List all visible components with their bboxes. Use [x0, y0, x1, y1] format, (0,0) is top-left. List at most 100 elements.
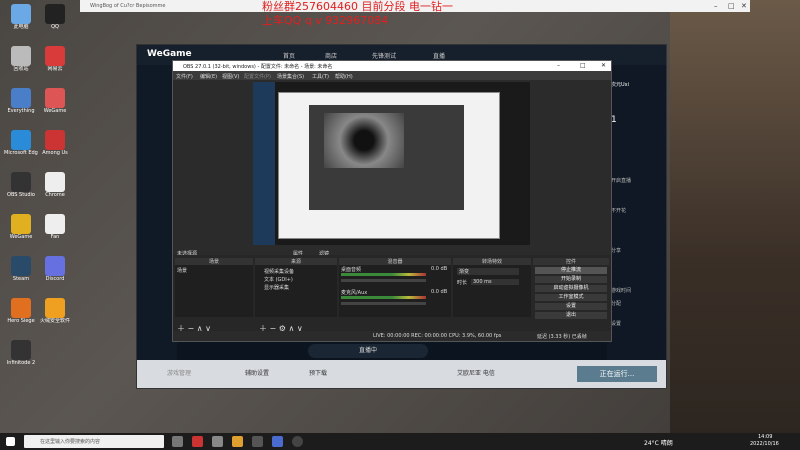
- desktop-icon[interactable]: 回收站: [4, 46, 38, 72]
- wegame-icon[interactable]: [232, 436, 243, 447]
- desktop-icon-label: Hero Siege: [7, 318, 35, 324]
- app-icon-1[interactable]: [192, 436, 203, 447]
- obs-preview[interactable]: [253, 82, 530, 245]
- obs-maximize-button[interactable]: □: [580, 62, 586, 69]
- desktop-icon[interactable]: QQ: [38, 4, 72, 30]
- duration-input[interactable]: 300 ms: [471, 279, 519, 285]
- desktop-icon-label: WeGame: [43, 108, 67, 114]
- menu-scene-collection[interactable]: 场景集合(S): [277, 73, 304, 80]
- source-item-text[interactable]: 文本 (GDI+): [264, 276, 293, 283]
- desktop-icon[interactable]: Microsoft Edge: [4, 130, 38, 156]
- start-recording-button[interactable]: 开始录制: [535, 276, 607, 283]
- obs-titlebar: OBS 27.0.1 (32-bit, windows) - 配置文件: 未命名…: [173, 61, 611, 71]
- panel-item-flower[interactable]: 不开花: [611, 207, 626, 214]
- panel-item-assign[interactable]: 分配: [611, 300, 621, 307]
- panel-item-settings[interactable]: 设置: [611, 320, 621, 327]
- nav-live[interactable]: 直播: [433, 51, 445, 60]
- app-icon: [11, 256, 31, 276]
- studio-mode-button[interactable]: 工作室模式: [535, 294, 607, 301]
- obs-menubar: 文件(F) 编辑(E) 视图(V) 配置文件(P) 场景集合(S) 工具(T) …: [173, 71, 611, 80]
- desktop-icon[interactable]: Everything: [4, 88, 38, 114]
- obs-close-button[interactable]: ✕: [601, 62, 606, 69]
- desktop-icon[interactable]: Among Us: [38, 130, 72, 156]
- app-icon: [45, 298, 65, 318]
- help-settings-button[interactable]: 辅助设置: [245, 368, 269, 377]
- desktop-icon[interactable]: Infinitode 2: [4, 340, 38, 366]
- app-icon-5[interactable]: [272, 436, 283, 447]
- volume-slider-1[interactable]: [341, 279, 426, 282]
- panel-item-live[interactable]: 开启直播: [611, 177, 631, 184]
- menu-profile[interactable]: 配置文件(P): [244, 73, 271, 80]
- desktop-icon[interactable]: Fan: [38, 214, 72, 240]
- desktop-icon-label: Discord: [45, 276, 65, 282]
- wegame-right-panel: 次元Uxi 1 开启直播 不开花 分享 游戏时间 分配 设置: [607, 65, 666, 360]
- game-manage-button[interactable]: 游戏管理: [167, 368, 191, 377]
- app-icon: [45, 46, 65, 66]
- task-view-icon[interactable]: [172, 436, 183, 447]
- predownload-button[interactable]: 预下载: [309, 368, 327, 377]
- menu-file[interactable]: 文件(F): [176, 73, 193, 80]
- desktop-icon-label: Microsoft Edge: [4, 150, 38, 156]
- menu-tools[interactable]: 工具(T): [312, 73, 329, 80]
- stop-streaming-button[interactable]: 停止推流: [535, 267, 607, 274]
- desktop-icon[interactable]: Steam: [4, 256, 38, 282]
- obs-title: OBS 27.0.1 (32-bit, windows) - 配置文件: 未命名…: [183, 64, 333, 70]
- desktop-icon[interactable]: 火绒安全软件: [38, 298, 72, 324]
- minimize-button[interactable]: –: [714, 2, 718, 10]
- taskbar-search[interactable]: 在这里输入你要搜索的内容: [24, 435, 164, 448]
- mixer-db-1: 0.0 dB: [431, 266, 448, 272]
- nested-tunnel-image: [324, 113, 404, 168]
- maximize-button[interactable]: □: [728, 2, 735, 10]
- wegame-live-strip: 直播中: [148, 342, 666, 362]
- volume-slider-2[interactable]: [341, 302, 426, 305]
- menu-view[interactable]: 视图(V): [222, 73, 239, 80]
- desktop-icon[interactable]: Hero Siege: [4, 298, 38, 324]
- nav-home[interactable]: 首页: [283, 51, 295, 60]
- desktop-icon[interactable]: OBS Studio: [4, 172, 38, 198]
- desktop-icon-label: Everything: [7, 108, 35, 114]
- menu-edit[interactable]: 编辑(E): [200, 73, 217, 80]
- live-button[interactable]: 直播中: [308, 344, 428, 358]
- scene-item[interactable]: 场景: [177, 267, 187, 274]
- overlay-line-1: 粉丝群257604460 目前分段 电一钻一: [262, 0, 453, 13]
- running-status-button[interactable]: 正在运行...: [577, 366, 657, 382]
- virtual-camera-button[interactable]: 启动虚拟摄像机: [535, 285, 607, 292]
- preview-screen: [278, 92, 500, 239]
- server-notice: 艾欧尼亚 电信: [457, 370, 495, 377]
- nav-store[interactable]: 商店: [325, 51, 337, 60]
- clock-date[interactable]: 2022/10/16: [750, 441, 779, 447]
- desktop-icon[interactable]: WeGame: [4, 214, 38, 240]
- nav-beta[interactable]: 先锋测试: [372, 51, 396, 60]
- outer-window-title: WingBog of Cu?cr Bepisomme: [90, 3, 166, 9]
- app-icon: [11, 4, 31, 24]
- desktop-icon[interactable]: Chrome: [38, 172, 72, 198]
- windows-start-icon[interactable]: [6, 437, 15, 446]
- desktop-icon-label: Fan: [50, 234, 60, 240]
- source-item-display[interactable]: 显示器采集: [264, 284, 289, 291]
- app-icon-4[interactable]: [252, 436, 263, 447]
- menu-help[interactable]: 帮助(H): [335, 73, 353, 80]
- clock-time[interactable]: 14:09: [758, 434, 772, 440]
- obs-minimize-button[interactable]: –: [557, 62, 560, 69]
- close-button[interactable]: ✕: [741, 2, 747, 10]
- desktop-icon[interactable]: 此电脑: [4, 4, 38, 30]
- transition-select[interactable]: 渐变: [457, 268, 519, 275]
- desktop-icons: 此电脑 QQ 回收站 网易云 Everything WeGame Microsoft Edg…: [0, 0, 80, 430]
- desktop-icon[interactable]: 网易云: [38, 46, 72, 72]
- panel-item-share[interactable]: 分享: [611, 247, 621, 254]
- app-icon: [11, 46, 31, 66]
- overlay-line-2: 上车QQ q v 932967084: [262, 14, 389, 27]
- settings-button[interactable]: 设置: [535, 303, 607, 310]
- desktop-icon-label: Infinitode 2: [6, 360, 36, 366]
- scenes-header: 场景: [175, 258, 253, 265]
- obs-taskbar-icon[interactable]: [292, 436, 303, 447]
- exit-button[interactable]: 退出: [535, 312, 607, 319]
- app-icon-2[interactable]: [212, 436, 223, 447]
- desktop-icon[interactable]: WeGame: [38, 88, 72, 114]
- source-item-video[interactable]: 视频采集设备: [264, 268, 294, 275]
- app-icon: [11, 172, 31, 192]
- desktop-icon-label: Steam: [12, 276, 30, 282]
- desktop-icon[interactable]: Discord: [38, 256, 72, 282]
- desktop-icon-label: QQ: [51, 24, 59, 30]
- weather-text[interactable]: 24°C 晴朗: [644, 438, 673, 447]
